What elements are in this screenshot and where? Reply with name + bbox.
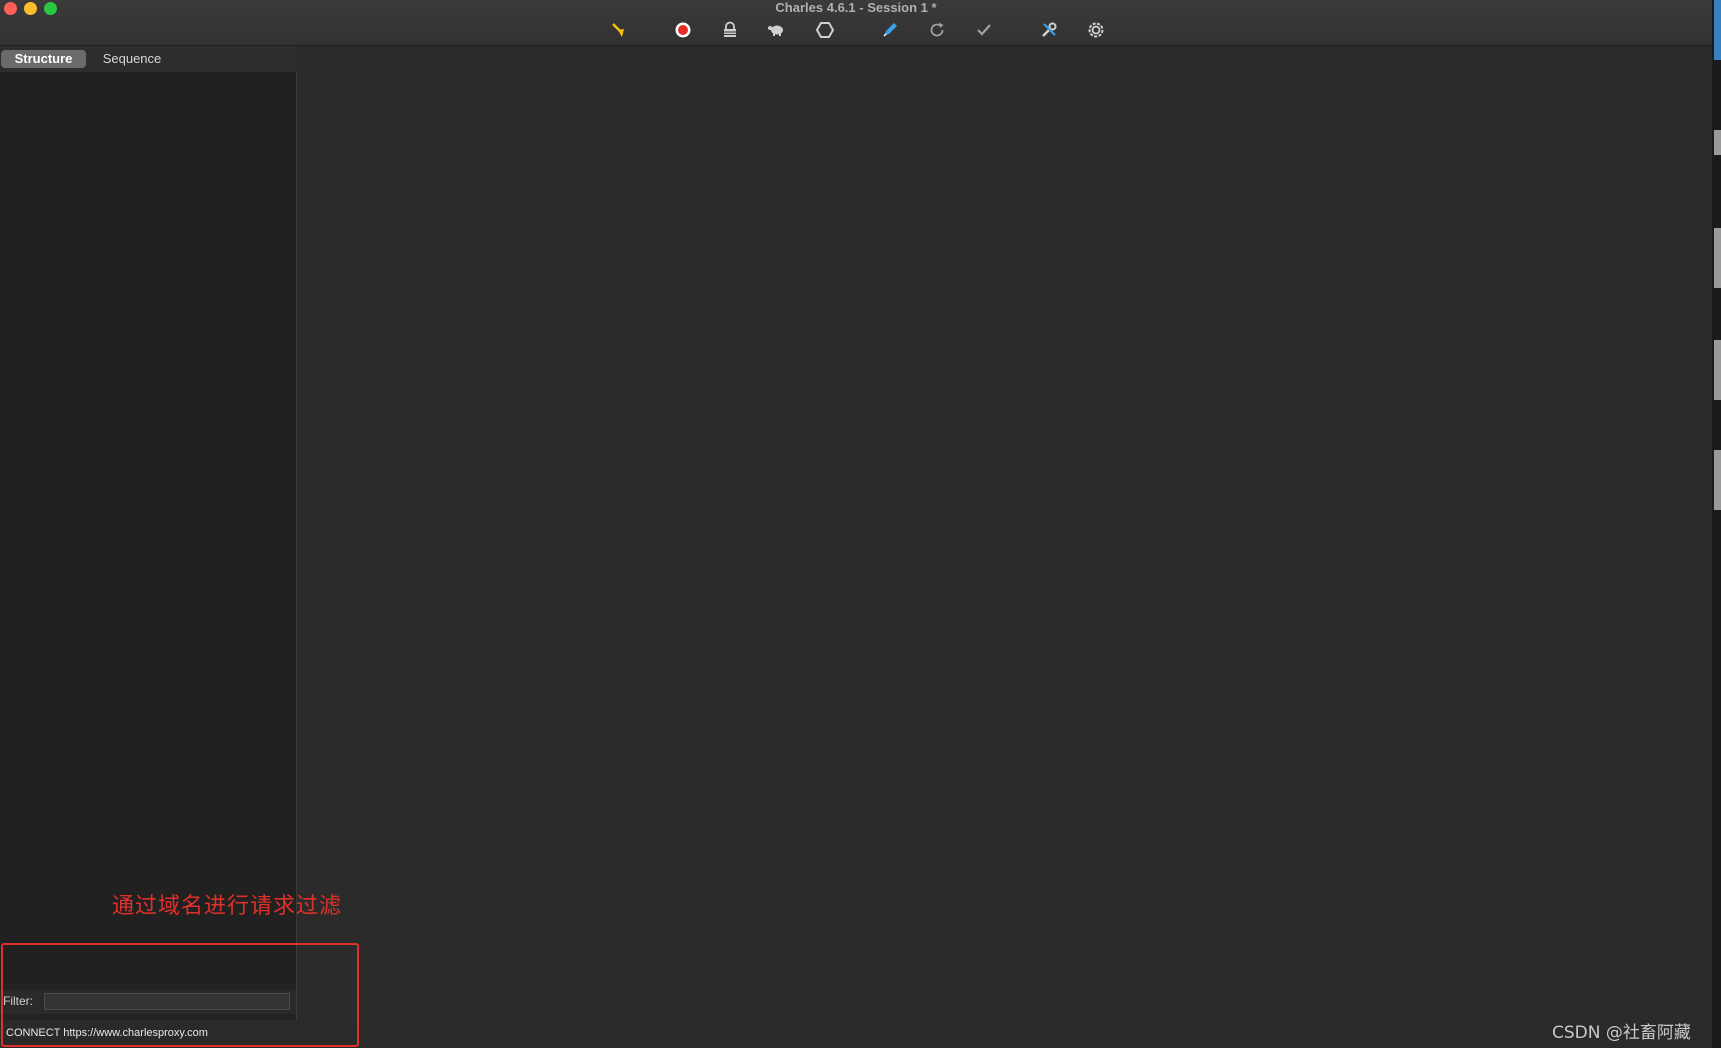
annotation-label: 通过域名进行请求过滤 xyxy=(112,894,343,919)
session-tree[interactable] xyxy=(0,72,296,984)
checkmark-icon[interactable] xyxy=(973,19,995,41)
tab-structure[interactable]: Structure xyxy=(1,50,86,68)
broom-icon[interactable] xyxy=(608,19,630,41)
annotation-highlight-box xyxy=(1,943,359,1047)
detail-pane xyxy=(298,46,1712,1020)
stop-hexagon-icon[interactable] xyxy=(814,19,836,41)
window-title: Charles 4.6.1 - Session 1 * xyxy=(775,0,937,15)
settings-gear-icon[interactable] xyxy=(1085,19,1107,41)
titlebar: Charles 4.6.1 - Session 1 * xyxy=(0,0,1712,46)
refresh-icon[interactable] xyxy=(926,19,948,41)
view-tabs: Structure Sequence xyxy=(0,46,297,72)
turtle-icon[interactable] xyxy=(766,19,788,41)
record-icon[interactable] xyxy=(672,19,694,41)
lock-icon[interactable] xyxy=(719,19,741,41)
background-window-edge xyxy=(1712,0,1721,1048)
pen-icon[interactable] xyxy=(879,19,901,41)
watermark: CSDN @社畜阿藏 xyxy=(1552,1023,1691,1043)
charles-window: Charles 4.6.1 - Session 1 * Structure Se… xyxy=(0,0,1712,1048)
tab-sequence[interactable]: Sequence xyxy=(92,50,172,68)
tools-icon[interactable] xyxy=(1038,19,1060,41)
